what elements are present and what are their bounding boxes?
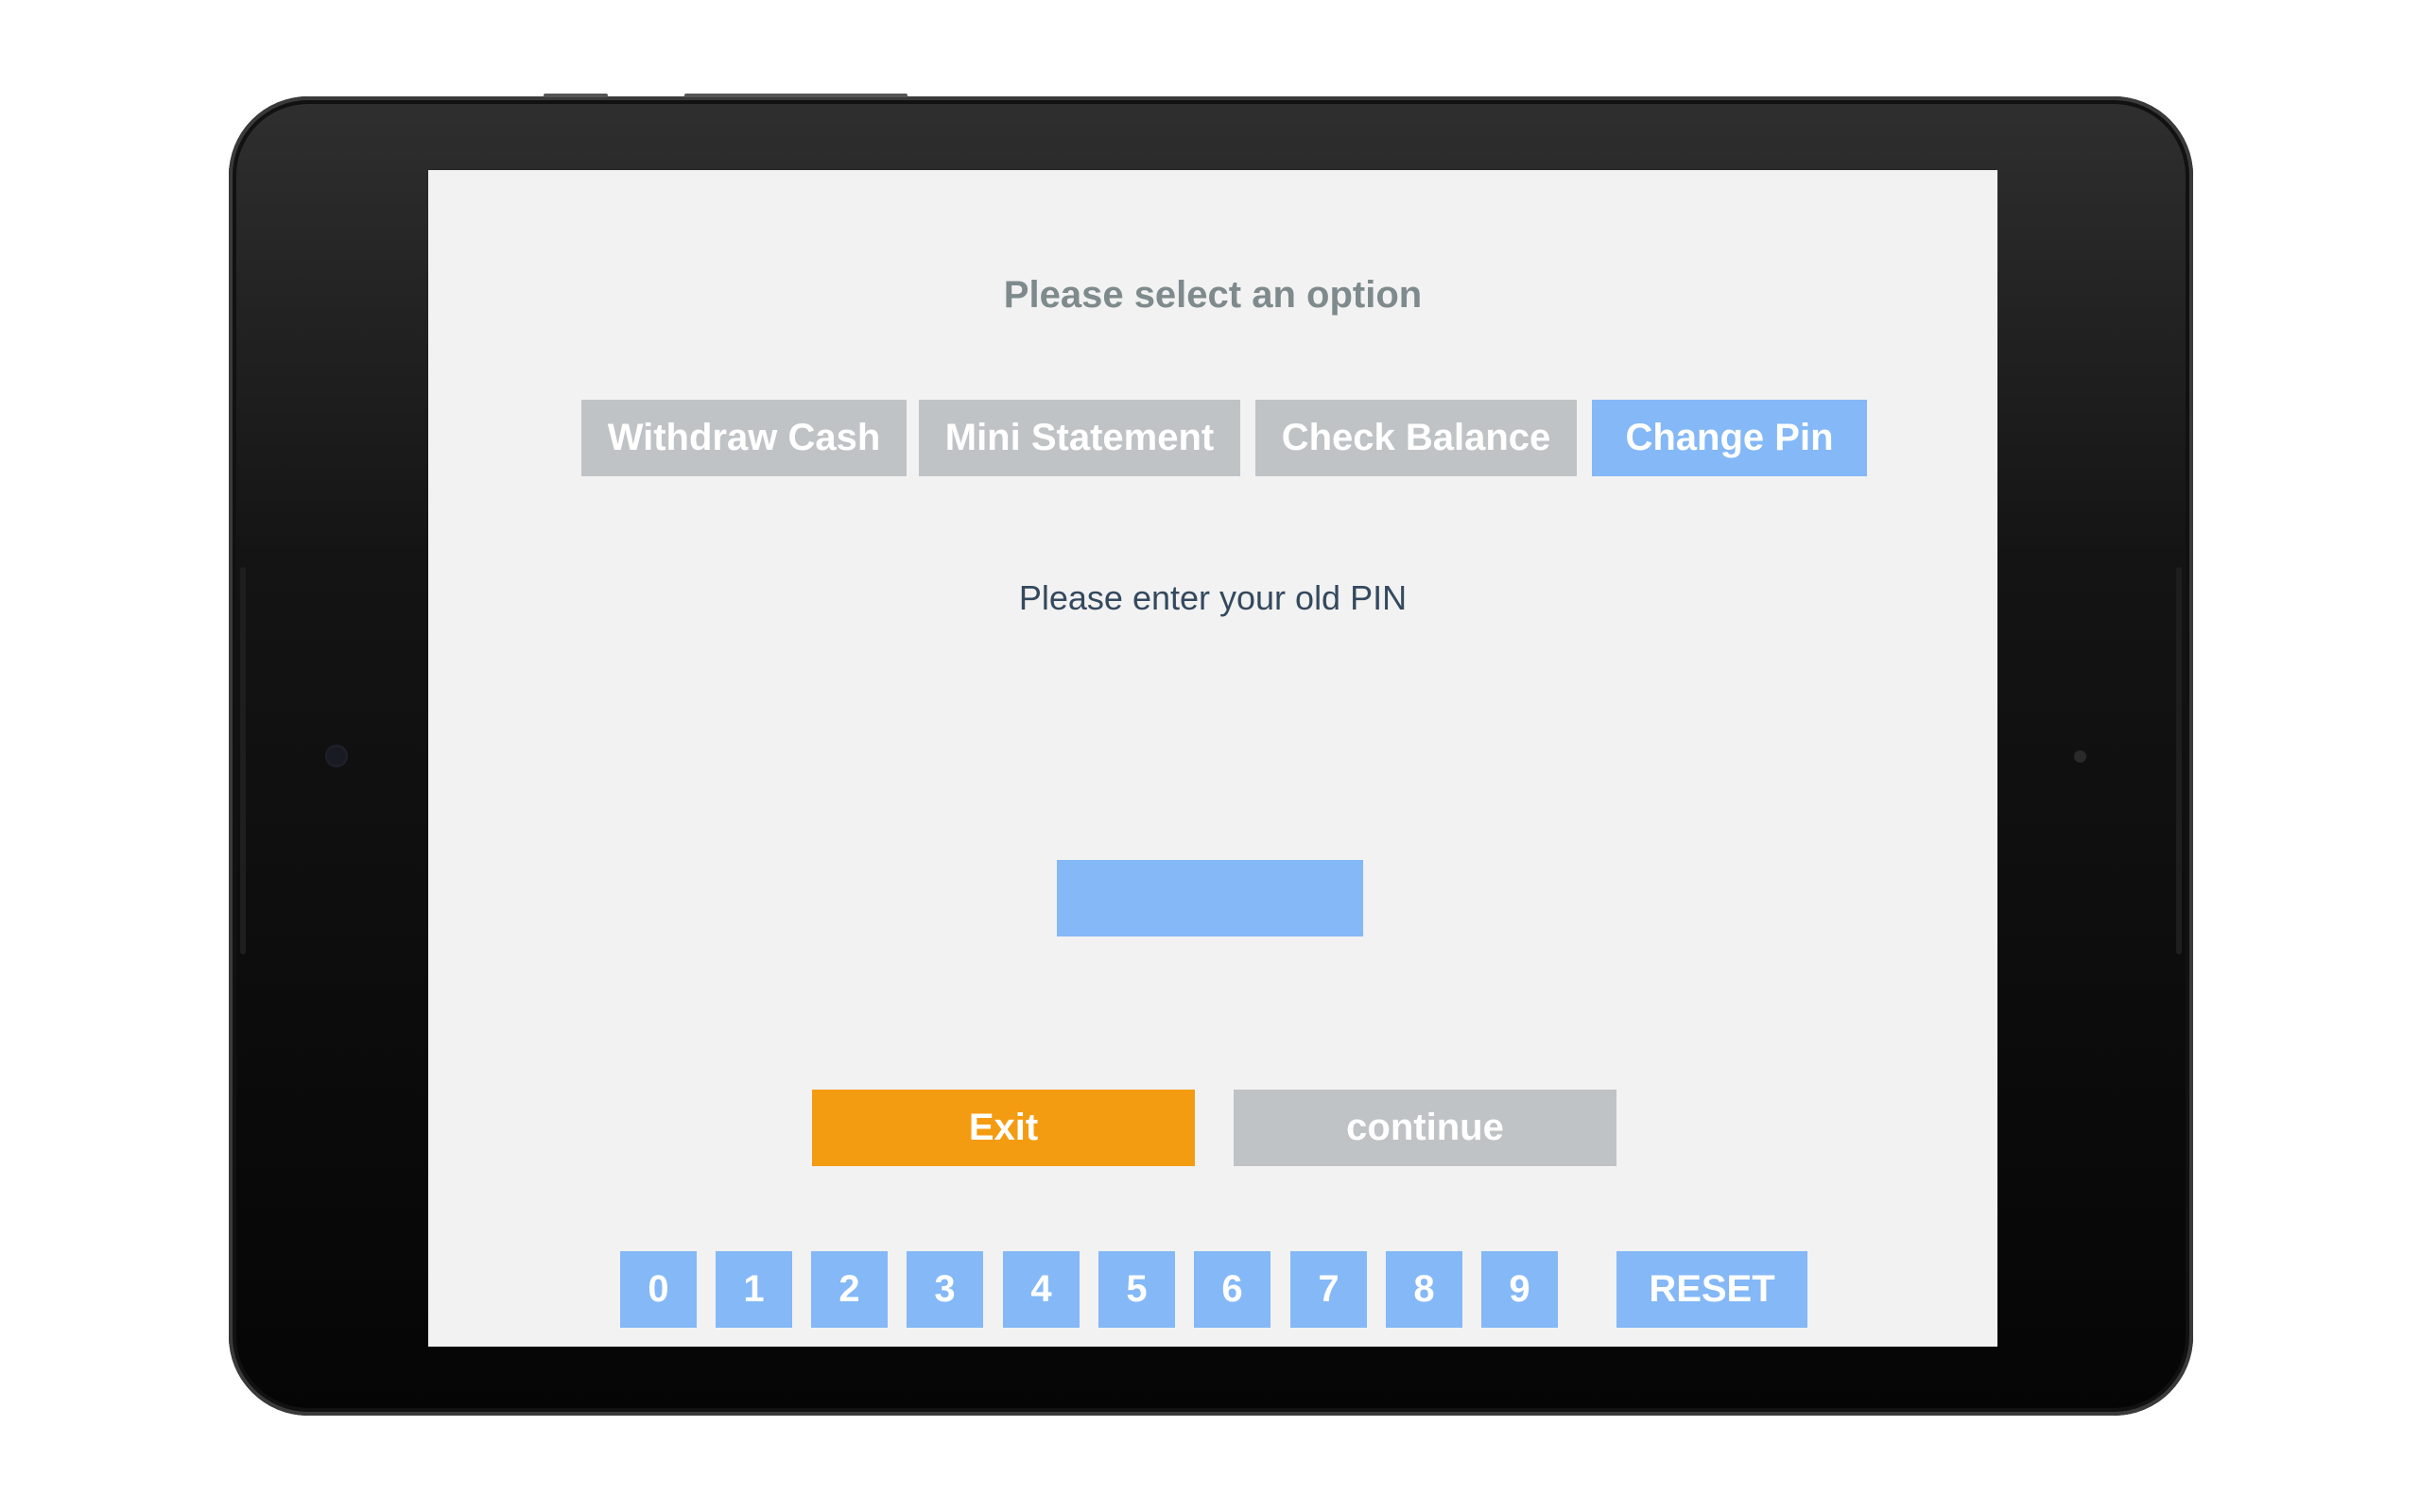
keypad-key-3[interactable]: 3: [907, 1251, 983, 1328]
volume-button: [544, 94, 608, 97]
reset-button[interactable]: RESET: [1616, 1251, 1807, 1328]
keypad-key-2[interactable]: 2: [811, 1251, 888, 1328]
continue-button[interactable]: continue: [1234, 1090, 1616, 1166]
tab-check-balance[interactable]: Check Balance: [1255, 400, 1577, 476]
keypad-key-6[interactable]: 6: [1194, 1251, 1270, 1328]
power-button: [684, 94, 908, 97]
keypad-key-9[interactable]: 9: [1481, 1251, 1558, 1328]
keypad-key-5[interactable]: 5: [1098, 1251, 1175, 1328]
tab-withdraw-cash[interactable]: Withdraw Cash: [581, 400, 907, 476]
keypad-key-7[interactable]: 7: [1290, 1251, 1367, 1328]
keypad-key-1[interactable]: 1: [716, 1251, 792, 1328]
pin-input[interactable]: [1057, 860, 1363, 936]
pin-prompt: Please enter your old PIN: [1018, 578, 1408, 617]
page-title: Please select an option: [1003, 274, 1423, 316]
keypad-key-0[interactable]: 0: [620, 1251, 697, 1328]
keypad-key-8[interactable]: 8: [1386, 1251, 1462, 1328]
tab-mini-statement[interactable]: Mini Statement: [919, 400, 1240, 476]
right-speaker-grille: [2176, 567, 2182, 954]
left-speaker-grille: [240, 567, 246, 954]
keypad-key-4[interactable]: 4: [1003, 1251, 1080, 1328]
atm-screen: Please select an option Withdraw Cash Mi…: [428, 170, 1997, 1347]
front-camera-icon: [325, 745, 348, 767]
exit-button[interactable]: Exit: [812, 1090, 1195, 1166]
tab-change-pin[interactable]: Change Pin: [1592, 400, 1867, 476]
light-sensor-icon: [2074, 750, 2086, 763]
